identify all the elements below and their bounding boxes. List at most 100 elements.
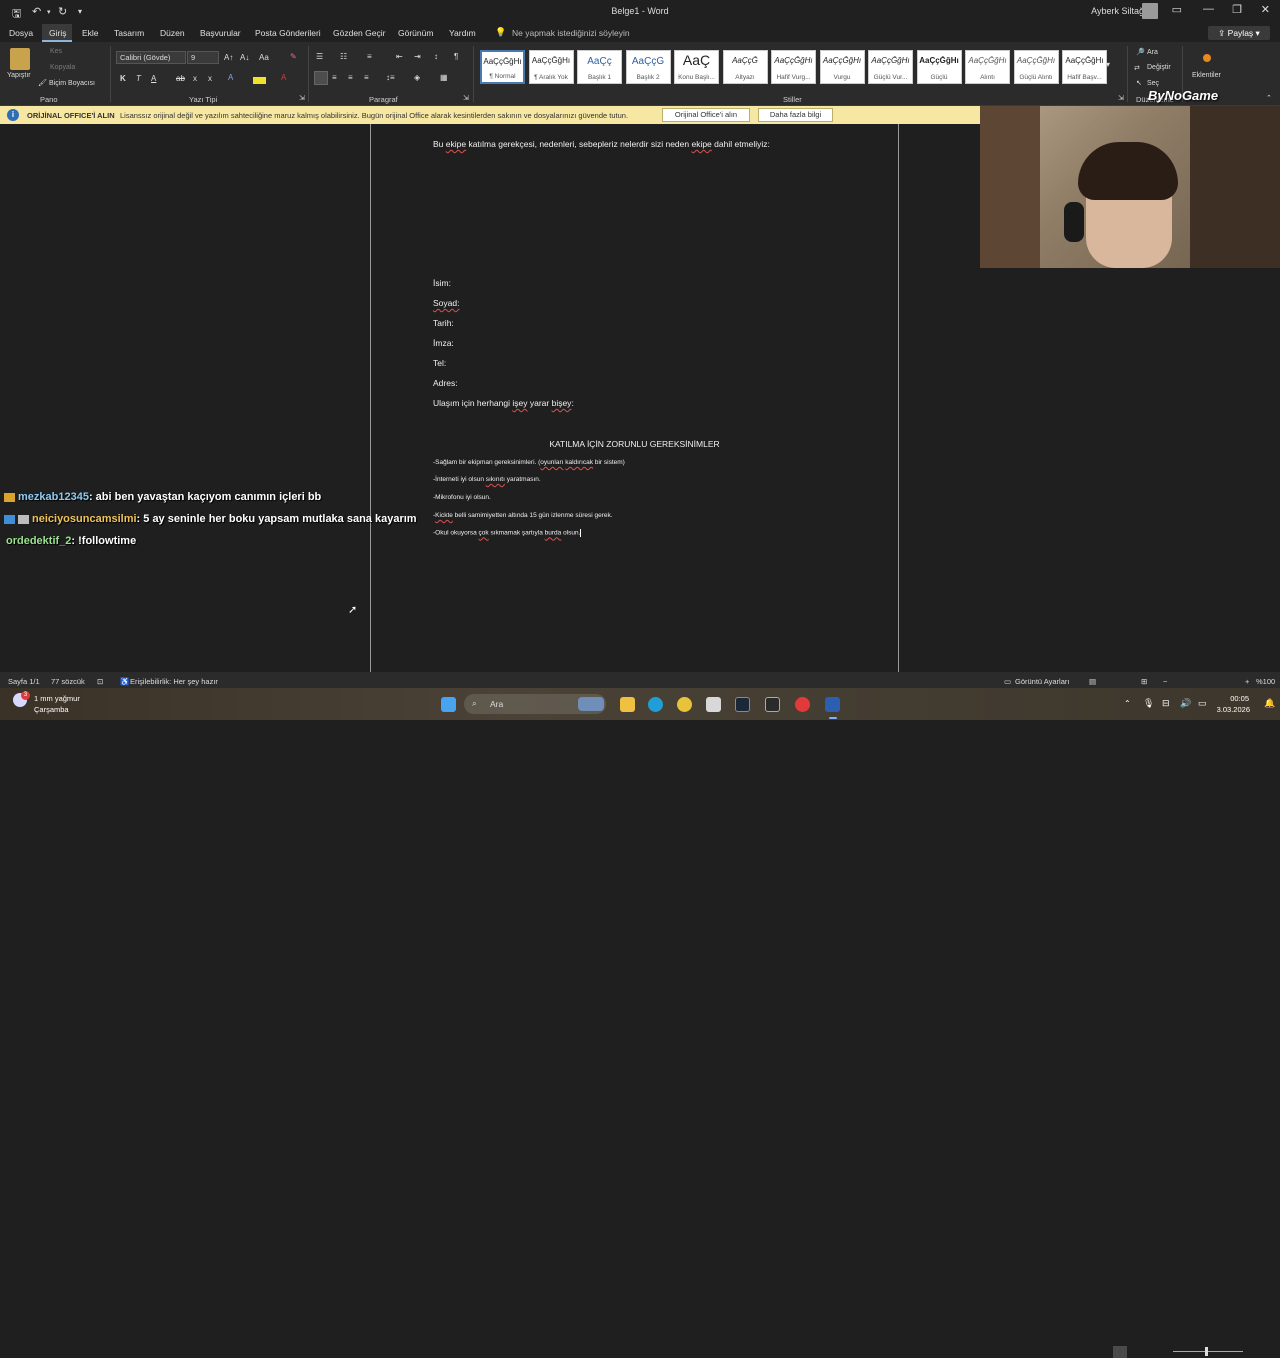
style-tile[interactable]: AaÇçĞğHı Alıntı: [965, 50, 1010, 84]
bold-button[interactable]: K: [120, 74, 126, 83]
style-tile[interactable]: AaÇ Konu Başlı...: [674, 50, 719, 84]
print-layout-icon[interactable]: [1113, 1346, 1127, 1358]
tab-layout[interactable]: Düzen: [160, 28, 185, 38]
misspelled-word[interactable]: sıkınıtı: [486, 476, 505, 483]
field-address[interactable]: Adres:: [433, 378, 458, 388]
misspelled-word[interactable]: bişey: [552, 398, 572, 408]
misspelled-word[interactable]: oyunları: [540, 459, 563, 466]
style-tile[interactable]: AaÇçĞğHı Hafif Vurg...: [771, 50, 816, 84]
steam-icon[interactable]: [735, 697, 750, 712]
edge-icon[interactable]: [648, 697, 663, 712]
highlight-color-icon[interactable]: [253, 77, 266, 84]
tab-insert[interactable]: Ekle: [82, 28, 99, 38]
word-icon[interactable]: [825, 697, 840, 712]
superscript-button[interactable]: x: [208, 74, 212, 83]
text-effects-icon[interactable]: A: [228, 73, 233, 82]
web-layout-icon[interactable]: ⊞: [1141, 677, 1147, 686]
style-tile[interactable]: AaÇçĞğHı ¶ Aralık Yok: [528, 50, 574, 84]
ribbon-display-icon[interactable]: ▭: [1172, 3, 1182, 16]
clock-time[interactable]: 00:05: [1230, 694, 1249, 703]
style-tile[interactable]: AaÇçĞğHı Güçlü Vur...: [868, 50, 913, 84]
multilevel-list-icon[interactable]: ≡: [367, 52, 372, 61]
shading-icon[interactable]: ◈: [414, 73, 420, 82]
app-icon[interactable]: [795, 697, 810, 712]
display-settings-button[interactable]: Görüntü Ayarları: [1015, 677, 1069, 686]
italic-button[interactable]: T: [136, 74, 141, 83]
field-surname[interactable]: Soyad:: [433, 298, 459, 308]
page-indicator[interactable]: Sayfa 1/1: [8, 677, 40, 686]
style-tile[interactable]: AaÇçĞğHı Hafif Başv...: [1062, 50, 1107, 84]
misspelled-word[interactable]: burda: [545, 530, 562, 537]
styles-more-icon[interactable]: ▾: [1106, 60, 1110, 69]
zoom-slider[interactable]: [1173, 1351, 1243, 1352]
field-signature[interactable]: İmza:: [433, 338, 454, 348]
misspelled-word[interactable]: işey: [512, 398, 527, 408]
notifications-icon[interactable]: 🔔: [1264, 698, 1275, 709]
addins-icon[interactable]: [1203, 54, 1211, 62]
tab-help[interactable]: Yardım: [449, 28, 476, 38]
zoom-in-icon[interactable]: +: [1245, 677, 1249, 686]
share-button[interactable]: ⇪ Paylaş ▾: [1208, 26, 1270, 40]
misspelled-word[interactable]: ekipe: [691, 139, 711, 149]
tab-references[interactable]: Başvurular: [200, 28, 241, 38]
start-menu-icon[interactable]: [441, 697, 456, 712]
select-icon[interactable]: ↖: [1136, 79, 1142, 87]
show-marks-icon[interactable]: ¶: [454, 52, 458, 61]
shrink-font-icon[interactable]: A↓: [240, 53, 249, 62]
misspelled-word[interactable]: Kickte: [435, 512, 453, 519]
tab-home[interactable]: Giriş: [49, 28, 66, 38]
read-mode-icon[interactable]: ▤: [1089, 677, 1096, 686]
line-spacing-icon[interactable]: ↕≡: [386, 73, 395, 82]
microphone-icon[interactable]: 🎙: [1143, 698, 1154, 709]
zoom-level[interactable]: %100: [1256, 677, 1275, 686]
paragraph-dialog-launcher-icon[interactable]: ⇲: [463, 94, 469, 102]
tray-overflow-icon[interactable]: ⌃: [1124, 699, 1131, 708]
format-painter-icon[interactable]: 🖌: [38, 79, 47, 87]
find-button[interactable]: Ara: [1147, 49, 1158, 56]
increase-indent-icon[interactable]: ⇥: [414, 52, 421, 61]
field-name[interactable]: İsim:: [433, 278, 451, 288]
align-center-icon[interactable]: ≡: [332, 73, 337, 82]
buy-office-button[interactable]: Orijinal Office'i alın: [662, 108, 750, 122]
format-painter-button[interactable]: Biçim Boyacısı: [49, 80, 95, 87]
weather-day[interactable]: Çarşamba: [34, 705, 69, 714]
style-tile[interactable]: AaÇçĞ Başlık 2: [625, 50, 671, 84]
paste-button[interactable]: Yapıştır: [7, 72, 31, 79]
decrease-indent-icon[interactable]: ⇤: [396, 52, 403, 61]
bullets-icon[interactable]: ☰: [316, 52, 323, 61]
collapse-ribbon-icon[interactable]: ⌃: [1266, 94, 1272, 102]
underline-button[interactable]: A: [151, 74, 156, 83]
close-icon[interactable]: ✕: [1261, 3, 1270, 16]
zoom-slider-thumb[interactable]: [1205, 1347, 1208, 1356]
align-left-icon[interactable]: [314, 71, 328, 85]
misspelled-word[interactable]: Soyad:: [433, 298, 459, 308]
requirement-item[interactable]: -Okul okuyorsa çok sıkmamak şartıyla bur…: [433, 529, 582, 537]
chrome-icon[interactable]: [677, 697, 692, 712]
select-button[interactable]: Seç: [1147, 80, 1159, 87]
align-right-icon[interactable]: ≡: [348, 73, 353, 82]
misspelled-word[interactable]: ekipe: [446, 139, 466, 149]
tab-review[interactable]: Gözden Geçir: [333, 28, 385, 38]
font-name-select[interactable]: Calibri (Gövde): [116, 51, 186, 64]
sort-icon[interactable]: ↕: [434, 52, 438, 61]
field-contact[interactable]: Ulaşım için herhangi işey yarar bişey:: [433, 398, 574, 408]
replace-icon[interactable]: ⇄: [1134, 64, 1140, 72]
strikethrough-button[interactable]: ab: [176, 74, 185, 83]
replace-button[interactable]: Değiştir: [1147, 64, 1171, 71]
style-tile[interactable]: AaÇç Başlık 1: [577, 50, 622, 84]
store-icon[interactable]: [706, 697, 721, 712]
weather-condition[interactable]: 1 mm yağmur: [34, 694, 80, 703]
battery-icon[interactable]: ▭: [1198, 698, 1207, 709]
font-size-select[interactable]: 9: [187, 51, 219, 64]
subscript-button[interactable]: x: [193, 74, 197, 83]
cut-button[interactable]: Kes: [50, 48, 62, 55]
question-line[interactable]: Bu ekipe katılma gerekçesi, nedenleri, s…: [433, 139, 770, 149]
requirements-heading[interactable]: KATILMA İÇİN ZORUNLU GEREKSİNİMLER: [370, 439, 899, 449]
clock-date[interactable]: 3.03.2026: [1217, 705, 1250, 714]
font-color-icon[interactable]: A: [281, 73, 286, 82]
style-tile[interactable]: AaÇçĞğHı ¶ Normal: [480, 50, 525, 84]
user-name[interactable]: Ayberk Siltağ: [1091, 6, 1144, 16]
learn-more-button[interactable]: Daha fazla bilgi: [758, 108, 833, 122]
tab-mailings[interactable]: Posta Gönderileri: [255, 28, 321, 38]
restore-icon[interactable]: ❐: [1232, 3, 1242, 16]
